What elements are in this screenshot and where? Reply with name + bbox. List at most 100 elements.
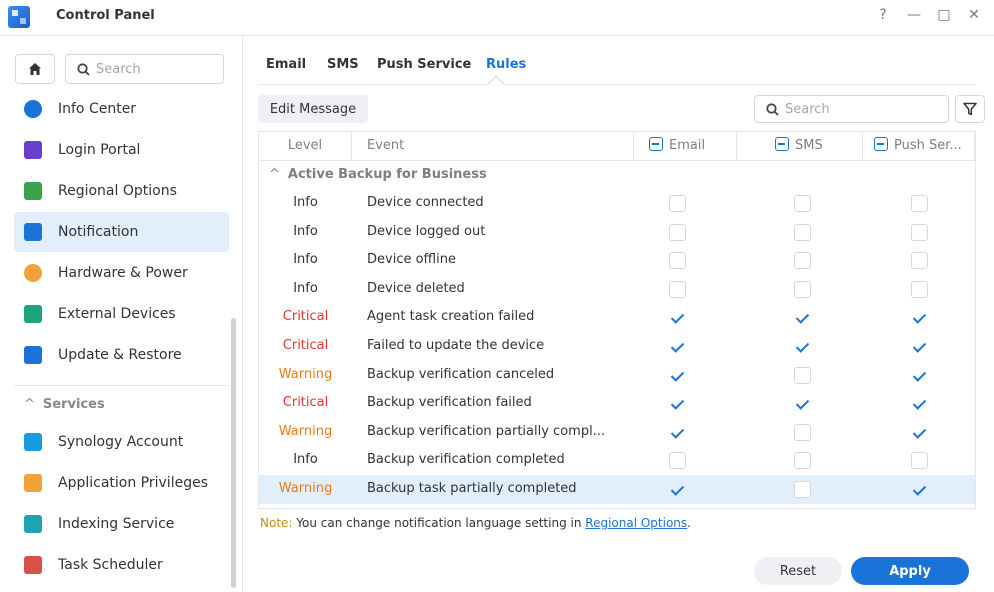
level-cell: Info <box>293 223 318 239</box>
home-icon <box>29 63 41 75</box>
notification-icon <box>24 223 42 241</box>
sidebar-item-update-restore[interactable]: Update & Restore <box>14 335 229 375</box>
event-cell: Backup verification completed <box>367 452 565 468</box>
sms-checkbox[interactable] <box>794 309 811 326</box>
email-checkbox[interactable] <box>669 481 686 498</box>
email-checkbox[interactable] <box>669 252 686 270</box>
tab-push-service[interactable]: Push Service <box>377 57 471 72</box>
sidebar-item-info-center[interactable]: Info Center <box>14 89 229 129</box>
header-email[interactable]: Email <box>634 132 737 160</box>
filter-icon <box>963 102 977 116</box>
sms-checkbox[interactable] <box>794 223 811 241</box>
header-push-service[interactable]: Push Ser... <box>863 132 975 160</box>
email-checkbox[interactable] <box>669 223 686 241</box>
push-checkbox[interactable] <box>911 338 928 355</box>
table-row[interactable]: Info Device connected <box>259 189 975 218</box>
event-cell: Backup verification partially compl... <box>367 423 606 439</box>
push-checkbox[interactable] <box>911 395 928 412</box>
sms-checkbox[interactable] <box>794 395 811 412</box>
sidebar-item-indexing-service[interactable]: Indexing Service <box>14 504 229 544</box>
table-row[interactable]: Warning Backup verification canceled <box>259 361 975 390</box>
email-checkbox[interactable] <box>669 424 686 441</box>
table-row[interactable]: Info Device logged out <box>259 218 975 247</box>
tab-email[interactable]: Email <box>266 57 306 72</box>
email-checkbox[interactable] <box>669 395 686 412</box>
table-row[interactable]: Critical Agent task creation failed <box>259 303 975 332</box>
email-checkbox[interactable] <box>669 452 686 470</box>
sidebar-item-task-scheduler[interactable]: Task Scheduler <box>14 545 229 585</box>
event-cell: Failed to update the device <box>367 338 545 353</box>
email-checkbox[interactable] <box>669 367 686 384</box>
tab-rules[interactable]: Rules <box>486 57 526 72</box>
sms-checkbox[interactable] <box>794 338 811 355</box>
table-row[interactable]: Critical Failed to update the device <box>259 332 975 361</box>
push-checkbox[interactable] <box>911 280 928 298</box>
sidebar-item-regional-options[interactable]: Regional Options <box>14 171 229 211</box>
search-icon <box>766 103 779 116</box>
header-sms[interactable]: SMS <box>737 132 863 160</box>
push-checkbox[interactable] <box>911 252 928 270</box>
login-portal-icon <box>24 141 42 159</box>
email-checkbox[interactable] <box>669 280 686 298</box>
sms-checkbox[interactable] <box>794 481 811 498</box>
table-row[interactable]: Warning Backup task partially completed <box>259 475 975 504</box>
table-row[interactable]: Critical Backup verification failed <box>259 389 975 418</box>
header-email-label: Email <box>669 138 706 153</box>
rules-search[interactable] <box>754 95 949 123</box>
sidebar-item-external-devices[interactable]: External Devices <box>14 294 229 334</box>
sms-checkbox[interactable] <box>794 195 811 212</box>
push-checkbox[interactable] <box>911 309 928 326</box>
tab-sms[interactable]: SMS <box>327 57 359 72</box>
sms-checkbox[interactable] <box>794 280 811 298</box>
services-section-header[interactable]: ^ Services <box>24 397 105 412</box>
table-row[interactable]: Info Device offline <box>259 246 975 275</box>
sidebar-search[interactable] <box>65 54 224 84</box>
sms-checkbox[interactable] <box>794 452 811 470</box>
maximize-icon[interactable]: □ <box>932 7 956 23</box>
email-select-all-checkbox[interactable] <box>649 137 663 151</box>
sms-select-all-checkbox[interactable] <box>775 137 789 151</box>
push-checkbox[interactable] <box>911 424 928 441</box>
push-checkbox[interactable] <box>911 367 928 384</box>
sidebar-item-synology-account[interactable]: Synology Account <box>14 422 229 462</box>
bulb-icon <box>24 264 42 282</box>
push-checkbox[interactable] <box>911 223 928 241</box>
event-cell: Device connected <box>367 195 484 210</box>
email-checkbox[interactable] <box>669 309 686 326</box>
sms-checkbox[interactable] <box>794 366 811 384</box>
table-row[interactable]: Warning Backup verification partially com… <box>259 418 975 447</box>
regional-options-link[interactable]: Regional Options <box>585 516 687 530</box>
push-checkbox[interactable] <box>911 481 928 498</box>
group-row-active-backup[interactable]: ^ Active Backup for Business <box>259 161 975 189</box>
filter-button[interactable] <box>955 95 985 123</box>
sidebar-item-application-privileges[interactable]: Application Privileges <box>14 463 229 503</box>
close-icon[interactable]: ✕ <box>962 7 986 23</box>
reset-button[interactable]: Reset <box>754 557 842 585</box>
sidebar-item-notification[interactable]: Notification <box>14 212 229 252</box>
email-checkbox[interactable] <box>669 338 686 355</box>
header-level[interactable]: Level <box>259 132 352 160</box>
push-select-all-checkbox[interactable] <box>874 137 888 151</box>
sms-checkbox[interactable] <box>794 252 811 270</box>
table-row[interactable]: Info Backup verification completed <box>259 446 975 475</box>
sidebar-item-hardware-power[interactable]: Hardware & Power <box>14 253 229 293</box>
services-section-label: Services <box>42 397 105 412</box>
sidebar-item-login-portal[interactable]: Login Portal <box>14 130 229 170</box>
email-checkbox[interactable] <box>669 195 686 212</box>
apply-button[interactable]: Apply <box>851 557 969 585</box>
help-icon[interactable]: ? <box>871 7 895 23</box>
table-row[interactable]: Info Device deleted <box>259 275 975 304</box>
sidebar-search-input[interactable] <box>96 60 216 78</box>
rules-search-input[interactable] <box>785 100 935 118</box>
minimize-icon[interactable]: — <box>902 7 926 23</box>
edit-message-button[interactable]: Edit Message <box>258 95 368 123</box>
sidebar-scrollbar[interactable] <box>231 318 236 588</box>
push-checkbox[interactable] <box>911 195 928 212</box>
header-event[interactable]: Event <box>352 132 634 160</box>
level-cell: Info <box>293 452 318 468</box>
sms-checkbox[interactable] <box>794 423 811 441</box>
home-button[interactable] <box>15 54 55 84</box>
event-cell: Backup task partially completed <box>367 481 577 496</box>
push-checkbox[interactable] <box>911 452 928 470</box>
event-cell: Backup verification failed <box>367 395 532 411</box>
